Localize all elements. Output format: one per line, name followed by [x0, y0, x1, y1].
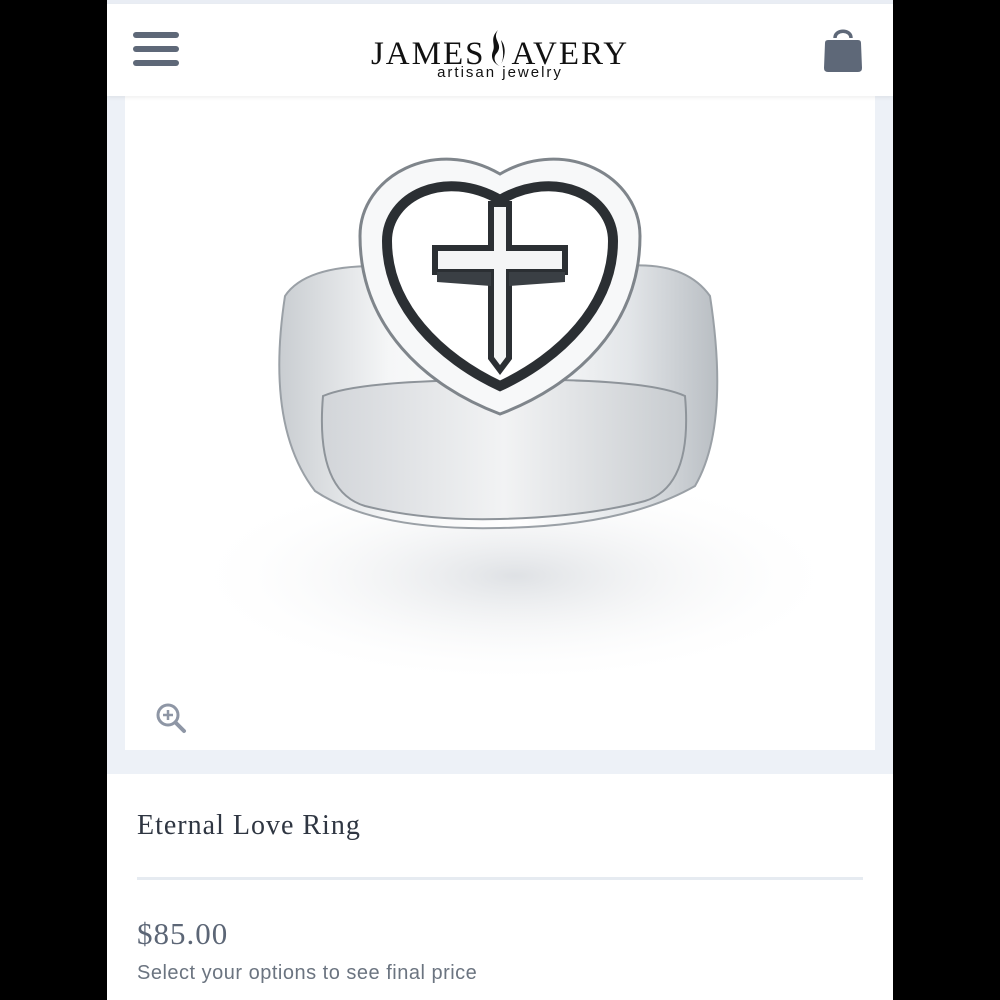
- product-image-area: [107, 96, 893, 774]
- ring-illustration: [185, 157, 845, 686]
- hamburger-menu-icon[interactable]: [133, 30, 179, 68]
- shopping-bag-icon[interactable]: [822, 24, 864, 74]
- product-image[interactable]: [125, 96, 875, 750]
- product-title: Eternal Love Ring: [137, 810, 361, 841]
- mobile-screen: JAMES AVERY artisan jewelry Eternal Love…: [107, 0, 893, 1000]
- divider: [137, 877, 863, 880]
- site-header: JAMES AVERY artisan jewelry: [107, 4, 893, 96]
- brand-logo[interactable]: JAMES AVERY artisan jewelry: [355, 14, 645, 88]
- zoom-in-icon[interactable]: [155, 702, 187, 734]
- flame-icon: [492, 30, 506, 66]
- product-price: $85.00: [137, 916, 229, 951]
- price-note: Select your options to see final price: [137, 962, 478, 984]
- brand-tagline: artisan jewelry: [437, 64, 563, 81]
